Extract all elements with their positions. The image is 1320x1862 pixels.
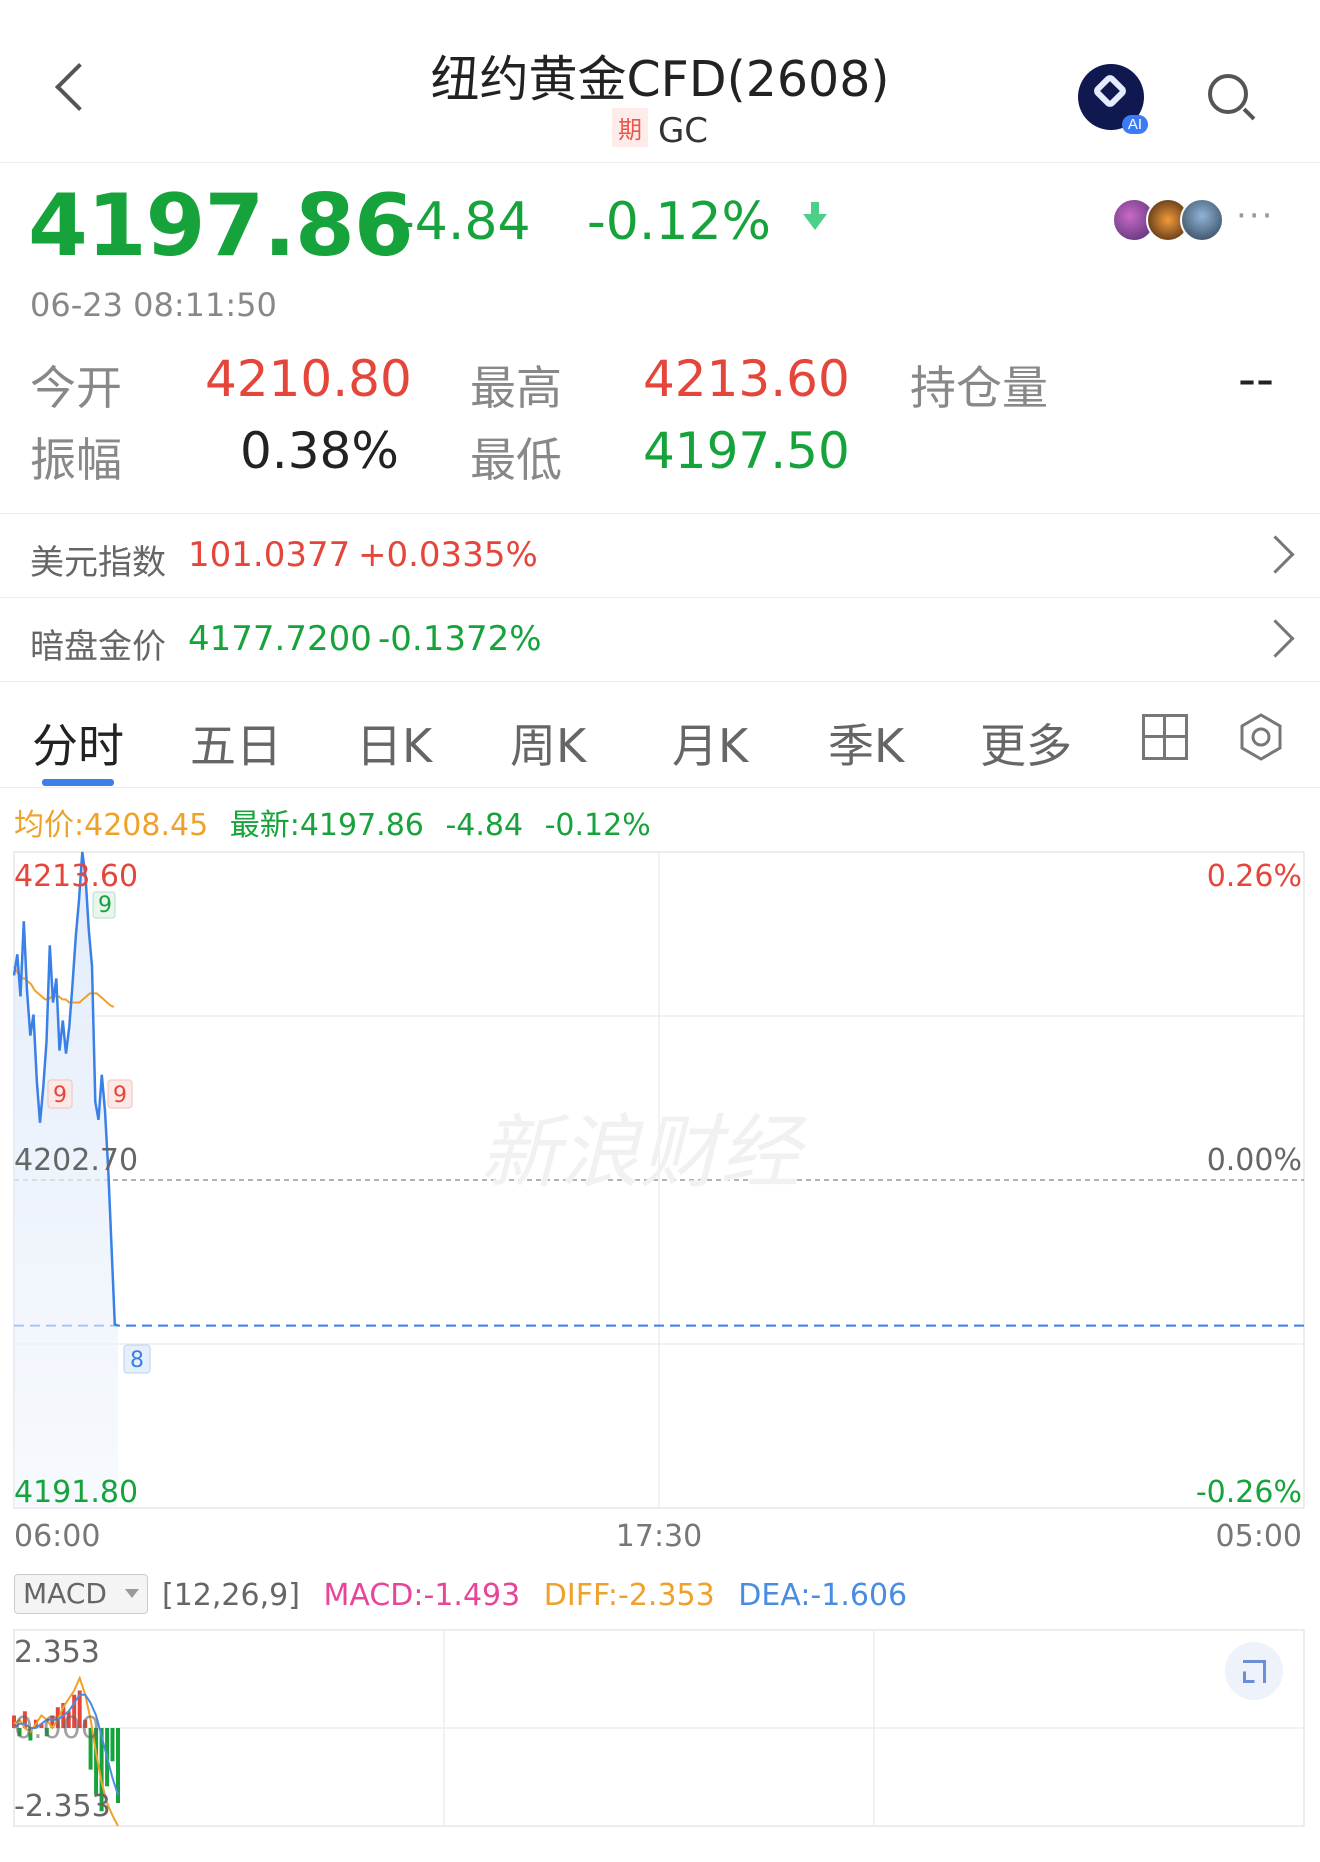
divider	[0, 681, 1320, 682]
tab-quarterly-k[interactable]: 季K	[828, 710, 904, 776]
high-label: 最高	[470, 361, 562, 415]
active-tab-indicator	[42, 779, 114, 786]
marker-label: 9	[113, 1083, 127, 1108]
gear-icon[interactable]	[1236, 712, 1286, 762]
symbol-code: GC	[657, 111, 709, 151]
search-icon[interactable]	[1208, 74, 1248, 114]
tab-five-day[interactable]: 五日	[190, 710, 282, 776]
futures-badge: 期	[611, 108, 648, 147]
ai-badge: AI	[1121, 115, 1148, 134]
dea-value: DEA:-1.606	[738, 1578, 908, 1613]
marker-label: 9	[98, 893, 112, 918]
usd-index-change: +0.0335%	[358, 535, 538, 575]
macd-params: [12,26,9]	[162, 1578, 300, 1613]
related-dark-gold[interactable]: 暗盘金价 4177.7200 -0.1372%	[0, 599, 1320, 681]
marker-badge: 8	[123, 1344, 151, 1374]
macd-mid-label: 0.000	[14, 1711, 100, 1746]
macd-top-label: 2.353	[14, 1635, 100, 1670]
pct-max-label: 0.26%	[1207, 859, 1302, 894]
chevron-down-icon	[125, 1589, 139, 1598]
price-area-group	[14, 852, 118, 1508]
latest-change-pct-label: -0.12%	[544, 808, 651, 843]
intraday-chart[interactable]: 新浪财经 9 9 9 8 4213.60 4202.70 4191.80 0.2…	[0, 840, 1320, 1560]
usd-index-value: 101.0377	[188, 535, 351, 575]
avatar[interactable]	[1180, 198, 1224, 242]
macd-values-bar: [12,26,9] MACD:-1.493 DIFF:-2.353 DEA:-1…	[162, 1578, 907, 1613]
price-area	[14, 852, 118, 1508]
macd-value: MACD:-1.493	[323, 1578, 521, 1613]
down-arrow-icon	[803, 202, 827, 230]
pct-mid-label: 0.00%	[1207, 1143, 1302, 1178]
open-label: 今开	[30, 361, 122, 415]
expand-icon[interactable]	[1225, 1642, 1283, 1700]
latest-change-label: -4.84	[445, 808, 524, 843]
amplitude-value: 0.38%	[240, 422, 399, 480]
marker-label: 9	[53, 1083, 67, 1108]
amplitude-label: 振幅	[30, 433, 122, 487]
x-label-mid: 17:30	[616, 1519, 702, 1554]
dark-gold-value: 4177.7200	[188, 619, 372, 659]
tab-monthly-k[interactable]: 月K	[672, 710, 748, 776]
y-max-label: 4213.60	[14, 859, 138, 894]
y-min-label: 4191.80	[14, 1475, 138, 1510]
top-bar: 纽约黄金CFD(2608) 期 GC AI	[0, 0, 1320, 163]
high-value: 4213.60	[643, 350, 850, 408]
layout-grid-icon[interactable]	[1142, 714, 1188, 760]
open-value: 4210.80	[205, 350, 412, 408]
tab-more[interactable]: 更多	[980, 710, 1072, 776]
x-label-start: 06:00	[14, 1519, 100, 1554]
latest-price-label: 最新:4197.86	[229, 808, 424, 843]
tab-intraday[interactable]: 分时	[32, 710, 124, 776]
dark-gold-change: -0.1372%	[378, 619, 542, 659]
tab-weekly-k[interactable]: 周K	[510, 710, 586, 776]
current-price: 4197.86	[28, 176, 414, 276]
dark-gold-label: 暗盘金价	[30, 627, 166, 667]
macd-chart[interactable]: 2.353 0.000 -2.353	[0, 1626, 1320, 1836]
chevron-right-icon	[1256, 535, 1295, 574]
quote-timestamp: 06-23 08:11:50	[30, 286, 277, 324]
open-interest-value: --	[1238, 350, 1275, 408]
divider	[0, 597, 1320, 598]
ai-assistant-icon[interactable]: AI	[1078, 64, 1148, 134]
open-interest-label: 持仓量	[910, 361, 1048, 415]
low-value: 4197.50	[643, 422, 850, 480]
divider	[0, 513, 1320, 514]
macd-bottom-label: -2.353	[14, 1789, 111, 1824]
low-label: 最低	[470, 433, 562, 487]
macd-bar	[110, 1728, 115, 1762]
y-mid-label: 4202.70	[14, 1143, 138, 1178]
more-icon[interactable]: ···	[1236, 196, 1274, 236]
marker-badge: 9	[92, 891, 116, 919]
pct-min-label: -0.26%	[1196, 1475, 1302, 1510]
price-change-percent: -0.12%	[587, 192, 771, 252]
diff-value: DIFF:-2.353	[543, 1578, 715, 1613]
indicator-select[interactable]: MACD	[14, 1574, 148, 1614]
marker-badge: 9	[107, 1079, 133, 1109]
indicator-select-value: MACD	[23, 1577, 107, 1610]
usd-index-label: 美元指数	[30, 543, 166, 583]
chevron-right-icon	[1256, 619, 1295, 658]
related-usd-index[interactable]: 美元指数 101.0377 +0.0335%	[0, 515, 1320, 597]
marker-label: 8	[130, 1348, 144, 1373]
x-label-end: 05:00	[1216, 1519, 1302, 1554]
watermark: 新浪财经	[480, 1106, 807, 1199]
price-change: -4.84	[396, 192, 531, 252]
tab-daily-k[interactable]: 日K	[356, 710, 432, 776]
divider	[0, 787, 1320, 788]
chart-info-bar: 均价:4208.45 最新:4197.86 -4.84 -0.12%	[14, 800, 651, 844]
marker-badge: 9	[47, 1079, 73, 1109]
avg-price-label: 均价:4208.45	[14, 808, 209, 843]
